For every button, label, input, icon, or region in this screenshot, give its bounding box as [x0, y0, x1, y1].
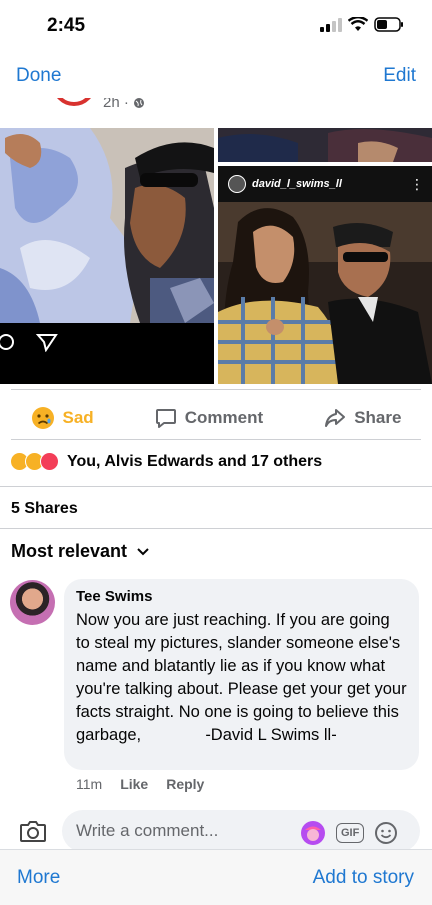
- sad-emoji-icon: [31, 407, 54, 429]
- battery-icon: [374, 17, 403, 32]
- comment-time: 11m: [76, 776, 103, 792]
- comment-author[interactable]: Tee Swims: [76, 588, 407, 605]
- post-photo-top-right[interactable]: [218, 128, 432, 162]
- comment-text: Now you are just reaching. If you are go…: [76, 611, 412, 744]
- bottom-bar: More Add to story: [0, 849, 432, 905]
- camera-icon[interactable]: [19, 819, 47, 843]
- chevron-down-icon: [137, 547, 149, 555]
- photo-partial-image: [218, 128, 432, 162]
- wifi-icon: [348, 17, 368, 31]
- post-photo-left[interactable]: [0, 128, 214, 384]
- sad-reaction-button[interactable]: Sad: [31, 406, 94, 430]
- globe-icon: [133, 98, 144, 108]
- reactions-text: You, Alvis Edwards and 17 others: [67, 452, 323, 470]
- emoji-icon[interactable]: [374, 821, 398, 845]
- status-bar: 2:45: [0, 0, 432, 54]
- more-dots-icon: ⋮: [410, 175, 424, 192]
- avatar-sticker-icon[interactable]: [300, 820, 326, 846]
- love-reaction-icon: [40, 452, 59, 471]
- divider: [0, 486, 432, 487]
- shares-count[interactable]: 5 Shares: [11, 500, 78, 518]
- comment-like-button[interactable]: Like: [120, 776, 148, 792]
- status-icons: [320, 17, 404, 32]
- post-timestamp: 2h ·: [103, 98, 145, 111]
- cellular-signal-icon: [320, 17, 342, 32]
- more-button[interactable]: More: [17, 867, 60, 889]
- comment-icon: [155, 409, 176, 428]
- sad-label: Sad: [62, 408, 94, 427]
- status-time: 2:45: [47, 15, 86, 36]
- nav-bar: Done Edit: [0, 54, 432, 98]
- add-to-story-button[interactable]: Add to story: [313, 867, 414, 889]
- instagram-username: david_l_swims_ll: [252, 178, 342, 190]
- comment-reply-button[interactable]: Reply: [166, 776, 204, 792]
- comment-bubble: Tee Swims Now you are just reaching. If …: [64, 579, 419, 770]
- gif-button[interactable]: GIF: [336, 823, 365, 843]
- divider: [11, 389, 421, 390]
- post-photo-right[interactable]: david_l_swims_ll ⋮: [218, 166, 432, 384]
- sort-label: Most relevant: [11, 541, 128, 561]
- share-icon: [325, 409, 346, 427]
- share-label: Share: [354, 408, 402, 427]
- share-button[interactable]: Share: [324, 407, 401, 429]
- instagram-actions-icon: [0, 334, 58, 352]
- post-actions: Sad Comment Share: [0, 398, 432, 438]
- divider: [11, 439, 421, 440]
- comment-button[interactable]: Comment: [155, 407, 263, 429]
- post-header: 2h ·: [0, 98, 432, 120]
- comment-sort-dropdown[interactable]: Most relevant: [11, 541, 149, 562]
- commenter-avatar[interactable]: [10, 580, 55, 625]
- instagram-post-header: david_l_swims_ll ⋮: [218, 166, 432, 202]
- divider: [0, 528, 432, 529]
- reactions-summary[interactable]: You, Alvis Edwards and 17 others: [10, 452, 322, 471]
- comment-meta: 11m Like Reply: [76, 776, 204, 792]
- comment-label: Comment: [184, 408, 264, 427]
- edit-button[interactable]: Edit: [383, 65, 416, 87]
- page-avatar[interactable]: [52, 98, 96, 106]
- instagram-avatar-icon: [228, 175, 246, 193]
- reaction-icons: [10, 452, 59, 471]
- done-button[interactable]: Done: [16, 65, 61, 87]
- photo-selfie-image: [218, 202, 432, 384]
- composer-icons: GIF: [300, 820, 398, 846]
